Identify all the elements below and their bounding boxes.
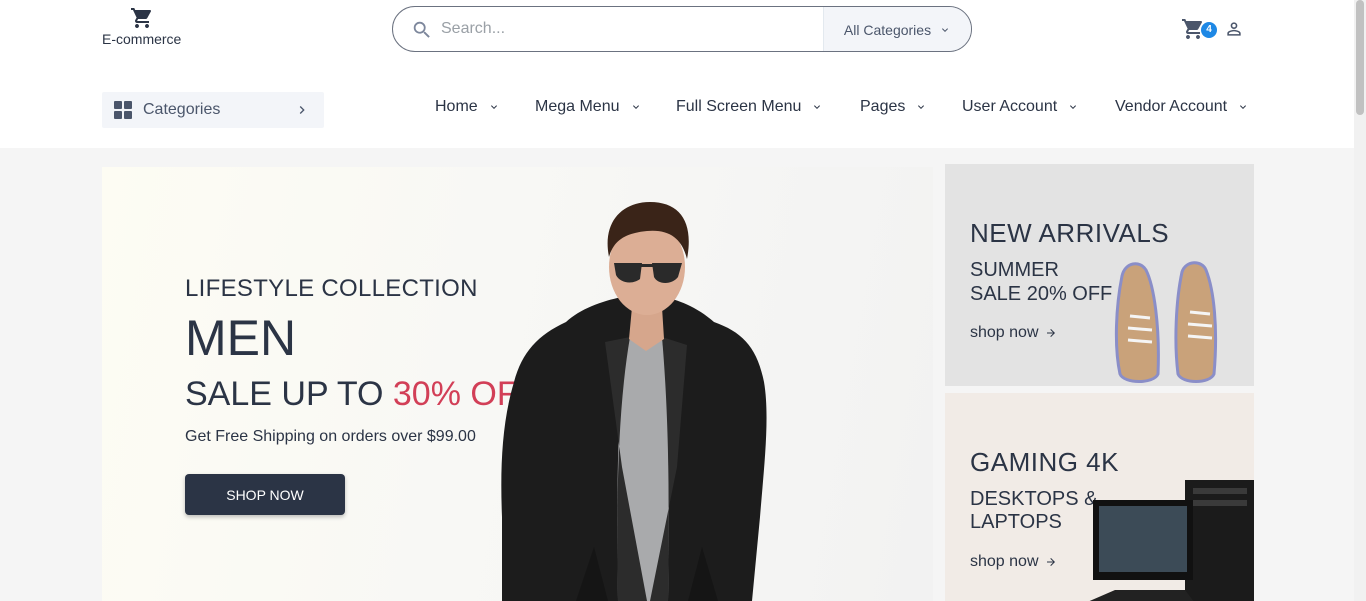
chevron-down-icon: [632, 105, 639, 109]
category-select[interactable]: All Categories: [823, 7, 971, 51]
cart-icon: [131, 8, 152, 28]
scrollbar-thumb[interactable]: [1356, 0, 1364, 115]
chevron-right-icon: [299, 106, 305, 114]
promo-link-label: shop now: [970, 553, 1039, 570]
chevron-down-icon: [814, 105, 821, 109]
arrow-right-icon: [1046, 558, 1055, 566]
search-input[interactable]: [441, 17, 821, 41]
shoes-image: [1114, 261, 1218, 383]
computer-image: [1089, 480, 1254, 601]
promo-heading: NEW ARRIVALS: [970, 218, 1170, 248]
nav-item-label: User Account: [962, 98, 1058, 115]
promo-link[interactable]: shop now: [970, 553, 1057, 571]
chevron-down-icon: [918, 105, 925, 109]
nav-item-vendor-account[interactable]: Vendor Account: [1115, 98, 1249, 116]
cart-badge: 4: [1201, 22, 1217, 38]
search-icon: [413, 21, 430, 38]
category-select-label: All Categories: [843, 22, 932, 38]
nav-item-full-screen-menu[interactable]: Full Screen Menu: [676, 98, 823, 116]
search-bar: All Categories: [392, 6, 972, 52]
nav-item-label: Mega Menu: [535, 98, 620, 115]
chevron-down-icon: [1240, 105, 1247, 109]
promo-line-2: SALE 20% OFF: [970, 283, 1113, 305]
logo-text: E-commerce: [102, 31, 182, 47]
promo-link-label: shop now: [970, 324, 1039, 341]
categories-label: Categories: [143, 101, 221, 118]
promo-link[interactable]: shop now: [970, 324, 1057, 342]
promo-line-1: SUMMER: [970, 259, 1059, 281]
chevron-down-icon: [490, 105, 497, 109]
promo-line-2: LAPTOPS: [970, 511, 1062, 533]
nav-item-label: Pages: [860, 98, 906, 115]
categories-button[interactable]: Categories: [102, 92, 324, 128]
nav-item-home[interactable]: Home: [435, 98, 500, 116]
nav-item-user-account[interactable]: User Account: [962, 98, 1079, 116]
top-header: E-commerce All Categories 4 Categories H…: [0, 0, 1354, 148]
logo[interactable]: E-commerce: [102, 6, 192, 47]
nav-item-label: Full Screen Menu: [676, 98, 802, 115]
promo-line-1: DESKTOPS &: [970, 488, 1098, 510]
nav-item-label: Home: [435, 98, 478, 115]
chevron-down-icon: [942, 28, 949, 32]
user-icon[interactable]: [1224, 19, 1244, 39]
model-image: [501, 202, 767, 601]
hero-banner: LIFESTYLE COLLECTION MEN SALE UP TO 30% …: [102, 167, 933, 601]
nav-item-label: Vendor Account: [1115, 98, 1228, 115]
promo-card-new-arrivals[interactable]: NEW ARRIVALS SUMMER SALE 20% OFF shop no…: [945, 164, 1254, 386]
arrow-right-icon: [1046, 329, 1055, 337]
promo-heading: GAMING 4K: [970, 447, 1119, 477]
nav-item-mega-menu[interactable]: Mega Menu: [535, 98, 642, 116]
chevron-down-icon: [1070, 105, 1077, 109]
nav-item-pages[interactable]: Pages: [860, 98, 927, 116]
grid-icon: [114, 101, 132, 119]
scrollbar[interactable]: [1354, 0, 1366, 601]
promo-card-gaming[interactable]: GAMING 4K DESKTOPS & LAPTOPS shop now: [945, 393, 1254, 601]
